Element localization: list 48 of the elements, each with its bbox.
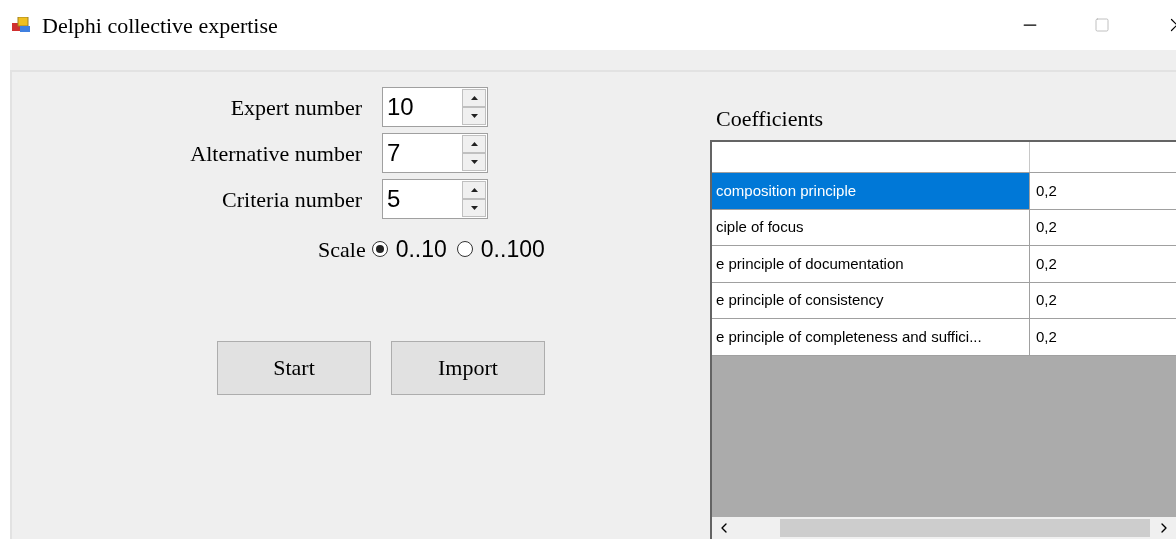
scrollbar-thumb[interactable] xyxy=(780,519,1150,537)
spin-up-button[interactable] xyxy=(462,181,486,199)
spinner-value: 10 xyxy=(386,92,415,122)
scale-label: Scale xyxy=(318,235,366,264)
up-arrow-icon xyxy=(470,188,478,192)
grid-row[interactable]: composition principle 0,2 xyxy=(712,173,1176,210)
spin-down-button[interactable] xyxy=(462,153,486,171)
grid-row[interactable]: e principle of consistency 0,2 xyxy=(712,282,1176,319)
spin-up-button[interactable] xyxy=(462,89,486,107)
grid-cell-text: 0,2 xyxy=(1035,253,1058,274)
up-arrow-icon xyxy=(470,96,478,100)
field-label: Expert number xyxy=(229,93,363,122)
down-arrow-icon xyxy=(470,206,478,210)
radio-button[interactable] xyxy=(371,241,388,258)
grid-cell: composition principle xyxy=(712,173,1030,209)
grid-cell-text: 0,2 xyxy=(1035,180,1058,201)
window-title: Delphi collective expertise xyxy=(42,11,278,40)
grid-row[interactable]: e principle of documentation 0,2 xyxy=(712,246,1176,283)
spinner-value: 5 xyxy=(386,184,402,214)
grid-cell-text: 0,2 xyxy=(1035,290,1058,310)
down-arrow-icon xyxy=(470,160,478,164)
grid-cell-text: 0,2 xyxy=(1035,326,1058,347)
radio-label: 0..100 xyxy=(480,235,545,264)
spin-down-button[interactable] xyxy=(462,199,486,217)
grid-cell: e principle of consistency xyxy=(712,282,1030,318)
action-button[interactable]: Start xyxy=(217,340,371,395)
grid-row[interactable]: ciple of focus 0,2 xyxy=(712,209,1176,246)
spin-up-button[interactable] xyxy=(462,135,486,153)
number-spinner[interactable]: 7 xyxy=(382,133,488,173)
radio-label: 0..10 xyxy=(395,235,447,264)
grid-cell: e principle of completeness and suffici... xyxy=(712,319,1030,355)
down-arrow-icon xyxy=(470,114,478,118)
field-label: Alternative number xyxy=(189,139,363,168)
radio-button[interactable] xyxy=(456,241,473,258)
grid-cell: ciple of focus xyxy=(712,209,1030,245)
grid-row[interactable]: e principle of completeness and suffici... 0,2 xyxy=(712,319,1176,356)
horizontal-scrollbar[interactable] xyxy=(712,517,1176,539)
spinner-value: 7 xyxy=(386,138,402,168)
spin-down-button[interactable] xyxy=(462,107,486,125)
grid-cell-text: 0,2 xyxy=(1035,217,1058,237)
action-button[interactable]: Import xyxy=(391,340,545,395)
grid-cell: e principle of documentation xyxy=(712,246,1030,282)
app-icon xyxy=(12,17,32,33)
number-spinner[interactable]: 5 xyxy=(382,179,488,219)
up-arrow-icon xyxy=(470,142,478,146)
field-label: Criteria number xyxy=(221,185,363,214)
number-spinner[interactable]: 10 xyxy=(382,87,488,127)
grid-title: Coefficients xyxy=(716,105,825,133)
